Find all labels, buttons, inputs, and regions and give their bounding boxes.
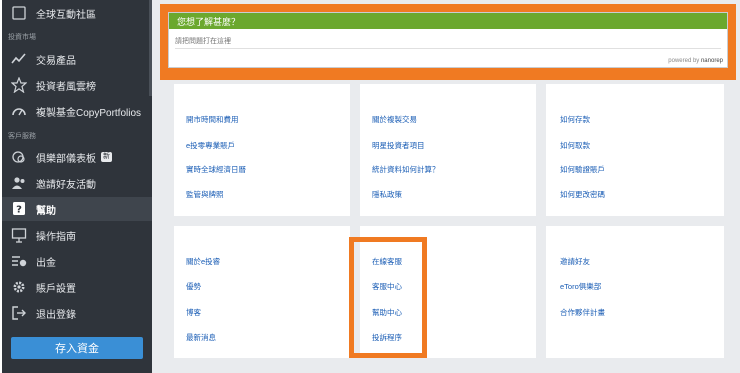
withdraw-icon [10, 252, 28, 270]
link-advantages[interactable]: 優勢 [186, 281, 201, 292]
card-account-help: 如何存款 如何取款 如何驗證賬戶 如何更改密碼 [546, 84, 724, 216]
star-icon [10, 76, 28, 94]
sidebar-item-label: 退出登錄 [36, 309, 76, 321]
link-invite-friends[interactable]: 邀請好友 [560, 256, 590, 267]
link-how-to-deposit[interactable]: 如何存款 [560, 114, 590, 125]
card-community: 邀請好友 eToro俱樂部 合作夥伴計畫 [546, 226, 724, 358]
new-badge: 新 [101, 152, 112, 162]
question-widget: 您想了解甚麼？ powered by nanorep [168, 12, 728, 68]
link-market-hours-fees[interactable]: 開市時間和費用 [186, 114, 239, 125]
link-economic-calendar[interactable]: 實時全球經濟日曆 [186, 164, 246, 175]
section-label-service: 客戶服務 [8, 133, 36, 140]
sidebar-item-trade-markets[interactable]: 交易產品 [2, 47, 152, 71]
sidebar-item-label: 全球互動社區 [36, 9, 96, 21]
sidebar-item-guide[interactable]: 操作指南 [2, 223, 152, 247]
presentation-icon [10, 226, 28, 244]
sidebar-item-withdraw[interactable]: 出金 [2, 249, 152, 273]
logout-icon [10, 304, 28, 322]
help-question-icon: ? [10, 200, 28, 218]
highlight-outline-support-links [349, 237, 427, 358]
sidebar-item-popular-investors[interactable]: 投資者風雲榜 [2, 73, 152, 97]
nanorep-logo: nanorep [700, 58, 723, 64]
sidebar-item-label: 出金 [36, 257, 56, 269]
sidebar-item-label: 操作指南 [36, 231, 76, 243]
link-etoro-club[interactable]: eToro俱樂部 [560, 281, 601, 292]
link-blog[interactable]: 博客 [186, 307, 201, 318]
question-widget-title: 您想了解甚麼？ [169, 13, 727, 29]
powered-by-nanorep: powered by nanorep [668, 58, 723, 64]
sidebar-item-community[interactable]: 全球互動社區 [2, 1, 152, 25]
users-icon [10, 174, 28, 192]
sidebar-item-label: 俱樂部儀表板 [36, 153, 96, 165]
sidebar-item-label: 投資者風雲榜 [36, 81, 96, 93]
sidebar-item-copyportfolios[interactable]: 複製基金CopyPortfolios [2, 99, 152, 123]
sidebar-item-label: 交易產品 [36, 55, 76, 67]
link-how-to-withdraw[interactable]: 如何取款 [560, 140, 590, 151]
svg-text:?: ? [16, 205, 22, 216]
sidebar: 全球互動社區 投資市場 交易產品 投資者風雲榜 複製基金CopyPortfoli… [2, 0, 153, 373]
globe-icon [10, 4, 28, 22]
sidebar-item-label: 複製基金CopyPortfolios [36, 107, 142, 119]
link-about-etoro[interactable]: 關於e投睿 [186, 256, 220, 267]
sidebar-item-settings[interactable]: 賬戶設置 [2, 275, 152, 299]
sidebar-item-label: 賬戶設置 [36, 283, 76, 295]
club-circles-icon [10, 148, 28, 166]
card-about: 關於e投睿 優勢 博客 最新消息 [174, 226, 350, 358]
sidebar-item-club-dashboard[interactable]: 俱樂部儀表板 新 [2, 145, 152, 169]
link-pro-account[interactable]: e投零專業賬戶 [186, 140, 235, 151]
link-latest-news[interactable]: 最新消息 [186, 332, 216, 343]
link-privacy-policy[interactable]: 隱私政策 [372, 189, 402, 200]
trend-chart-icon [10, 50, 28, 68]
gear-icon [10, 278, 28, 296]
question-input[interactable] [175, 35, 721, 49]
sidebar-item-label: 幫助 [36, 205, 56, 217]
deposit-button[interactable]: 存入資金 [11, 337, 143, 359]
link-verify-account[interactable]: 如何驗證賬戶 [560, 164, 605, 175]
help-center-main: 您想了解甚麼？ powered by nanorep 開市時間和費用 e投零專業… [152, 0, 740, 373]
sidebar-item-invite-friends[interactable]: 邀請好友活動 [2, 171, 152, 195]
card-copy-trading: 關於複製交易 明星投資者項目 統計資料如何計算？ 隱私政策 [360, 84, 536, 216]
sidebar-item-help[interactable]: ? 幫助 [2, 197, 152, 221]
link-partners-program[interactable]: 合作夥伴計畫 [560, 307, 605, 318]
sidebar-item-label: 邀請好友活動 [36, 179, 96, 191]
sidebar-item-logout[interactable]: 退出登錄 [2, 301, 152, 325]
section-label-market: 投資市場 [8, 34, 36, 41]
powered-by-text: powered by [668, 58, 700, 64]
link-regulation-license[interactable]: 監管與牌照 [186, 189, 224, 200]
link-change-password[interactable]: 如何更改密碼 [560, 189, 605, 200]
card-trading-info: 開市時間和費用 e投零專業賬戶 實時全球經濟日曆 監管與牌照 [174, 84, 350, 216]
portfolio-gauge-icon [10, 102, 28, 120]
link-about-copy-trading[interactable]: 關於複製交易 [372, 114, 417, 125]
link-popular-investor-program[interactable]: 明星投資者項目 [372, 140, 425, 151]
link-stats-calculation[interactable]: 統計資料如何計算？ [372, 164, 440, 175]
